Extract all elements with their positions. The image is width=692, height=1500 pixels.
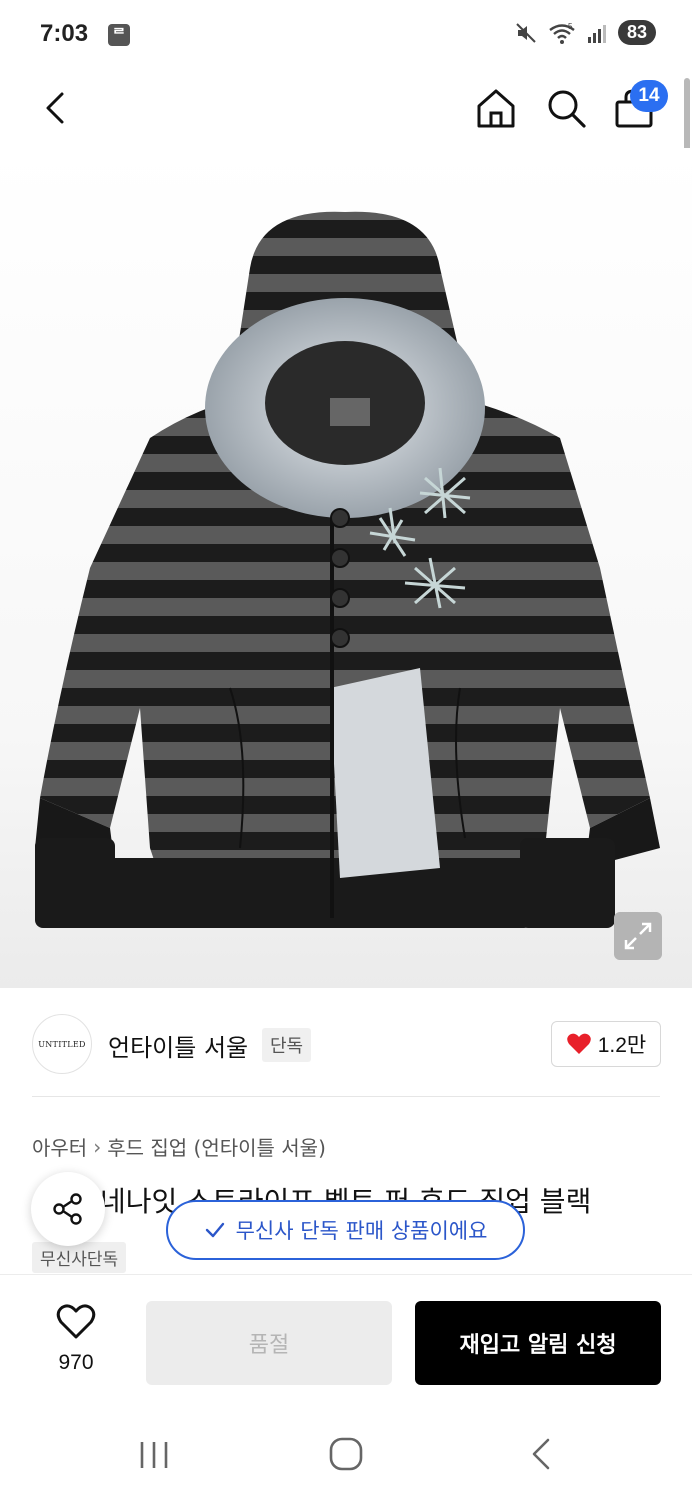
wishlist-button[interactable]: 970 [40, 1303, 112, 1383]
purchase-action-bar: 970 품절 재입고 알림 신청 [0, 1274, 692, 1410]
cart-count-badge: 14 [630, 80, 668, 112]
mute-icon [516, 22, 536, 43]
wifi-icon: 5 [549, 22, 575, 44]
top-app-bar [0, 72, 692, 148]
status-time: 7:03 [40, 20, 89, 47]
exclusive-tag: 무신사단독 [32, 1242, 127, 1273]
back-nav-icon[interactable] [526, 1436, 556, 1472]
wishlist-count: 970 [58, 1351, 94, 1374]
soldout-button[interactable]: 품절 [146, 1301, 392, 1385]
exclusive-toast: 무신사 단독 판매 상품이에요 [166, 1200, 525, 1260]
status-bar: 7:03 ᄅ 5 83 [0, 0, 692, 72]
section-divider [32, 1096, 660, 1097]
breadcrumb: 아우터 › 후드 집업 (언타이틀 서울) [32, 1132, 326, 1161]
brand-logo-text: UNTITLED [38, 1039, 86, 1049]
expand-icon[interactable] [614, 912, 662, 960]
restock-alert-button[interactable]: 재입고 알림 신청 [415, 1301, 661, 1385]
check-icon [205, 1222, 224, 1238]
brand-name[interactable]: 언타이틀 서울 [108, 1028, 248, 1063]
home-icon[interactable] [474, 86, 518, 130]
status-icons: 5 83 [514, 20, 656, 45]
network-label: 5 [568, 22, 573, 31]
heart-outline-icon [56, 1304, 96, 1339]
heart-filled-icon [566, 1033, 591, 1054]
signal-icon [587, 24, 606, 43]
home-nav-icon[interactable] [328, 1436, 364, 1472]
system-nav-bar [0, 1410, 692, 1500]
search-icon[interactable] [544, 86, 588, 130]
notification-app-icon: ᄅ [108, 24, 130, 46]
hoodie-photo [35, 211, 660, 928]
recent-apps-icon[interactable] [136, 1438, 172, 1472]
toast-text: 무신사 단독 판매 상품이에요 [235, 1219, 488, 1243]
chevron-right-icon: › [93, 1134, 102, 1159]
brand-logo[interactable]: UNTITLED [32, 1014, 92, 1074]
battery-indicator: 83 [617, 20, 656, 45]
share-icon [53, 1193, 82, 1225]
brand-like-count: 1.2만 [597, 1034, 647, 1057]
breadcrumb-item[interactable]: 후드 집업 (언타이틀 서울) [107, 1132, 326, 1161]
brand-exclusive-tag: 단독 [262, 1028, 312, 1062]
brand-like-button[interactable]: 1.2만 [551, 1021, 661, 1067]
product-image[interactable] [0, 148, 692, 988]
breadcrumb-item[interactable]: 아우터 [32, 1132, 87, 1161]
share-button[interactable] [31, 1172, 105, 1246]
back-arrow-icon[interactable] [36, 86, 76, 130]
brand-row: UNTITLED 언타이틀 서울 단독 1.2만 [0, 1006, 692, 1082]
